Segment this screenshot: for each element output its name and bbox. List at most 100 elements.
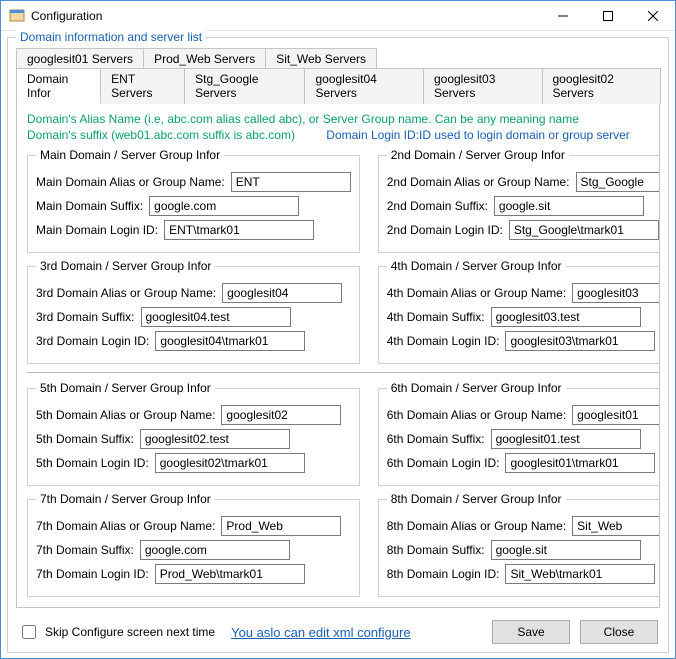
- 5th-suffix-input[interactable]: [140, 429, 290, 449]
- 7th-login-input[interactable]: [155, 564, 305, 584]
- domain-legend: 5th Domain / Server Group Infor: [36, 381, 215, 395]
- domain-legend: 4th Domain / Server Group Infor: [387, 259, 566, 273]
- save-button[interactable]: Save: [492, 620, 570, 644]
- field-row-login: 6th Domain Login ID:: [387, 453, 660, 473]
- field-label-suffix: 5th Domain Suffix:: [36, 432, 134, 446]
- field-row-alias: 4th Domain Alias or Group Name:: [387, 283, 660, 303]
- tab-page-domain-infor: Domain's Alias Name (i.e, abc.com alias …: [16, 103, 660, 608]
- 3rd-suffix-input[interactable]: [141, 307, 291, 327]
- main-suffix-input[interactable]: [149, 196, 299, 216]
- field-label-alias: 7th Domain Alias or Group Name:: [36, 519, 215, 533]
- field-label-alias: Main Domain Alias or Group Name:: [36, 175, 225, 189]
- field-row-suffix: 7th Domain Suffix:: [36, 540, 351, 560]
- 4th-login-input[interactable]: [505, 331, 655, 351]
- field-row-alias: 3rd Domain Alias or Group Name:: [36, 283, 351, 303]
- 4th-suffix-input[interactable]: [491, 307, 641, 327]
- field-row-login: 4th Domain Login ID:: [387, 331, 660, 351]
- skip-configure-checkbox-wrap[interactable]: Skip Configure screen next time: [18, 622, 215, 642]
- domain-grid: Main Domain / Server Group Infor Main Dom…: [27, 148, 649, 597]
- field-row-login: 8th Domain Login ID:: [387, 564, 660, 584]
- field-label-alias: 6th Domain Alias or Group Name:: [387, 408, 566, 422]
- main-login-input[interactable]: [164, 220, 314, 240]
- tab-googlesit01-servers[interactable]: googlesit01 Servers: [16, 48, 144, 69]
- domain-legend: Main Domain / Server Group Infor: [36, 148, 224, 162]
- field-row-suffix: 2nd Domain Suffix:: [387, 196, 660, 216]
- field-row-alias: 5th Domain Alias or Group Name:: [36, 405, 351, 425]
- footer: Skip Configure screen next time You aslo…: [8, 612, 668, 652]
- field-row-alias: 2nd Domain Alias or Group Name:: [387, 172, 660, 192]
- domain-group-3rd: 3rd Domain / Server Group Infor 3rd Domai…: [27, 259, 360, 364]
- close-window-button[interactable]: [630, 1, 675, 30]
- field-row-alias: Main Domain Alias or Group Name:: [36, 172, 351, 192]
- tab-domain-infor[interactable]: Domain Infor: [16, 68, 101, 104]
- field-label-suffix: 3rd Domain Suffix:: [36, 310, 135, 324]
- 7th-alias-input[interactable]: [221, 516, 341, 536]
- field-label-login: 4th Domain Login ID:: [387, 334, 500, 348]
- field-label-login: 3rd Domain Login ID:: [36, 334, 149, 348]
- groupbox-legend: Domain information and server list: [16, 30, 206, 44]
- field-row-login: 3rd Domain Login ID:: [36, 331, 351, 351]
- skip-configure-checkbox[interactable]: [22, 625, 36, 639]
- edit-xml-link[interactable]: You aslo can edit xml configure: [231, 625, 410, 640]
- field-row-alias: 6th Domain Alias or Group Name:: [387, 405, 660, 425]
- 2nd-alias-input[interactable]: [576, 172, 660, 192]
- app-icon: [9, 8, 25, 24]
- 3rd-alias-input[interactable]: [222, 283, 342, 303]
- tab-ent-servers[interactable]: ENT Servers: [100, 68, 185, 104]
- field-label-login: 7th Domain Login ID:: [36, 567, 149, 581]
- maximize-button[interactable]: [585, 1, 630, 30]
- field-row-login: 5th Domain Login ID:: [36, 453, 351, 473]
- field-label-suffix: 8th Domain Suffix:: [387, 543, 485, 557]
- 5th-alias-input[interactable]: [221, 405, 341, 425]
- titlebar: Configuration: [1, 1, 675, 31]
- 8th-login-input[interactable]: [505, 564, 655, 584]
- tab-googlesit02-servers[interactable]: googlesit02 Servers: [542, 68, 662, 104]
- tab-strip: googlesit01 ServersProd_Web ServersSit_W…: [8, 38, 668, 612]
- tab-prod-web-servers[interactable]: Prod_Web Servers: [143, 48, 266, 69]
- field-label-login: 2nd Domain Login ID:: [387, 223, 503, 237]
- tab-sit-web-servers[interactable]: Sit_Web Servers: [265, 48, 377, 69]
- main-alias-input[interactable]: [231, 172, 351, 192]
- field-row-alias: 8th Domain Alias or Group Name:: [387, 516, 660, 536]
- close-button[interactable]: Close: [580, 620, 658, 644]
- field-row-suffix: 4th Domain Suffix:: [387, 307, 660, 327]
- field-label-login: 8th Domain Login ID:: [387, 567, 500, 581]
- field-label-login: 5th Domain Login ID:: [36, 456, 149, 470]
- field-label-suffix: Main Domain Suffix:: [36, 199, 143, 213]
- domain-legend: 3rd Domain / Server Group Infor: [36, 259, 215, 273]
- tab-googlesit04-servers[interactable]: googlesit04 Servers: [304, 68, 424, 104]
- field-label-alias: 5th Domain Alias or Group Name:: [36, 408, 215, 422]
- minimize-button[interactable]: [540, 1, 585, 30]
- field-label-suffix: 2nd Domain Suffix:: [387, 199, 488, 213]
- 3rd-login-input[interactable]: [155, 331, 305, 351]
- field-label-suffix: 6th Domain Suffix:: [387, 432, 485, 446]
- tab-stg-google-servers[interactable]: Stg_Google Servers: [184, 68, 305, 104]
- 7th-suffix-input[interactable]: [140, 540, 290, 560]
- skip-configure-label: Skip Configure screen next time: [45, 625, 215, 639]
- field-row-suffix: 5th Domain Suffix:: [36, 429, 351, 449]
- 6th-login-input[interactable]: [505, 453, 655, 473]
- 5th-login-input[interactable]: [155, 453, 305, 473]
- field-label-alias: 4th Domain Alias or Group Name:: [387, 286, 566, 300]
- 2nd-suffix-input[interactable]: [494, 196, 644, 216]
- field-row-login: 2nd Domain Login ID:: [387, 220, 660, 240]
- field-label-alias: 8th Domain Alias or Group Name:: [387, 519, 566, 533]
- domain-legend: 7th Domain / Server Group Infor: [36, 492, 215, 506]
- 2nd-login-input[interactable]: [509, 220, 659, 240]
- 4th-alias-input[interactable]: [572, 283, 660, 303]
- domain-group-7th: 7th Domain / Server Group Infor 7th Domai…: [27, 492, 360, 597]
- field-label-alias: 3rd Domain Alias or Group Name:: [36, 286, 216, 300]
- field-row-suffix: Main Domain Suffix:: [36, 196, 351, 216]
- 8th-suffix-input[interactable]: [491, 540, 641, 560]
- tab-googlesit03-servers[interactable]: googlesit03 Servers: [423, 68, 543, 104]
- domain-group-8th: 8th Domain / Server Group Infor 8th Domai…: [378, 492, 660, 597]
- field-label-suffix: 4th Domain Suffix:: [387, 310, 485, 324]
- 6th-alias-input[interactable]: [572, 405, 660, 425]
- domain-legend: 8th Domain / Server Group Infor: [387, 492, 566, 506]
- domain-group-2nd: 2nd Domain / Server Group Infor2nd Domai…: [378, 148, 660, 253]
- 8th-alias-input[interactable]: [572, 516, 660, 536]
- field-label-alias: 2nd Domain Alias or Group Name:: [387, 175, 570, 189]
- field-row-login: 7th Domain Login ID:: [36, 564, 351, 584]
- 6th-suffix-input[interactable]: [491, 429, 641, 449]
- field-label-login: Main Domain Login ID:: [36, 223, 158, 237]
